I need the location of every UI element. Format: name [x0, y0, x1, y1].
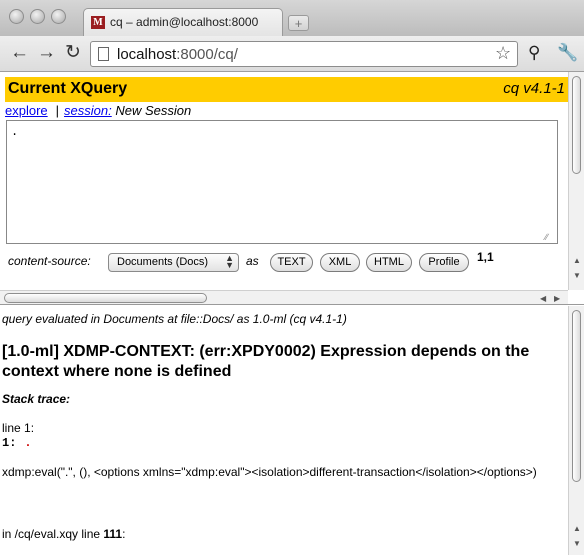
scroll-thumb[interactable] [572, 310, 581, 482]
profile-button[interactable]: Profile [419, 253, 469, 272]
query-vertical-scrollbar[interactable]: ▲ ▼ [568, 72, 584, 290]
explore-link[interactable]: explore [5, 103, 48, 118]
result-vertical-scrollbar[interactable]: ▲ ▼ [568, 306, 584, 555]
star-icon[interactable]: ☆ [495, 43, 511, 64]
code-line-text: . [24, 436, 32, 450]
scroll-down-icon[interactable]: ▼ [573, 271, 581, 280]
scroll-down-icon[interactable]: ▼ [573, 539, 581, 548]
scroll-right-icon[interactable]: ▶ [554, 294, 560, 303]
eval-expression: xdmp:eval(".", (), <options xmlns="xdmp:… [2, 465, 537, 479]
location-line: in /cq/eval.xqy line 111: [2, 527, 126, 541]
scroll-thumb[interactable] [572, 76, 581, 174]
browser-tab-bar: M cq – admin@localhost:8000 + [0, 0, 584, 36]
result-frame: query evaluated in Documents at file::Do… [0, 306, 584, 555]
wrench-icon[interactable]: ⚲ [528, 43, 540, 63]
as-label: as [246, 254, 259, 268]
session-bar: explore | session: New Session [5, 103, 191, 118]
xml-button[interactable]: XML [320, 253, 360, 272]
new-tab-button[interactable]: + [288, 15, 309, 31]
browser-tab[interactable]: M cq – admin@localhost:8000 [83, 8, 283, 36]
version-label: cq v4.1-1 [503, 80, 565, 97]
query-header: Current XQuery cq v4.1-1 [5, 77, 568, 102]
reload-icon[interactable]: ↻ [65, 42, 81, 64]
address-bar[interactable]: localhost:8000/cq/ ☆ [90, 41, 518, 67]
session-name: New Session [115, 103, 192, 118]
scroll-thumb[interactable] [4, 293, 207, 303]
resize-grip-icon[interactable]: ∕∕ [545, 232, 548, 242]
minimize-window-button[interactable] [30, 9, 45, 24]
cursor-position: 1,1 [477, 250, 494, 264]
forward-arrow-icon[interactable]: → [37, 42, 56, 64]
tools-icon[interactable]: 🔧 [557, 43, 578, 63]
page-title: Current XQuery [8, 80, 128, 97]
tab-title: cq – admin@localhost:8000 [110, 15, 259, 29]
eval-status: query evaluated in Documents at file::Do… [2, 312, 347, 326]
content-source-select[interactable]: Documents (Docs) ▲ ▼ [108, 253, 239, 272]
zoom-window-button[interactable] [51, 9, 66, 24]
scroll-left-icon[interactable]: ◀ [540, 294, 546, 303]
content-source-value: Documents (Docs) [117, 256, 209, 268]
close-window-button[interactable] [9, 9, 24, 24]
page-icon [98, 47, 109, 61]
url-text: localhost:8000/cq/ [117, 46, 238, 63]
scroll-up-icon[interactable]: ▲ [573, 256, 581, 265]
text-button[interactable]: TEXT [270, 253, 313, 272]
link-separator: | [55, 103, 60, 118]
code-line: 1:. [2, 436, 32, 450]
line-label: line 1: [2, 421, 35, 435]
html-button[interactable]: HTML [366, 253, 412, 272]
favicon-icon: M [91, 16, 105, 29]
select-arrows-icon: ▲ ▼ [225, 253, 234, 270]
code-line-number: 1: [2, 436, 17, 450]
scroll-up-icon[interactable]: ▲ [573, 524, 581, 533]
session-link[interactable]: session: [64, 103, 112, 118]
query-editor[interactable]: . [6, 120, 558, 244]
back-arrow-icon[interactable]: ← [10, 42, 29, 64]
query-horizontal-scrollbar[interactable]: ◀ ▶ [0, 290, 568, 304]
browser-toolbar: ← → ↻ localhost:8000/cq/ ☆ ⚲ 🔧 [0, 36, 584, 72]
content-source-label: content-source: [8, 254, 91, 268]
stack-trace-label: Stack trace: [2, 392, 71, 406]
query-frame: Current XQuery cq v4.1-1 explore | session… [0, 72, 584, 305]
error-heading: [1.0-ml] XDMP-CONTEXT: (err:XPDY0002) Ex… [2, 343, 530, 380]
